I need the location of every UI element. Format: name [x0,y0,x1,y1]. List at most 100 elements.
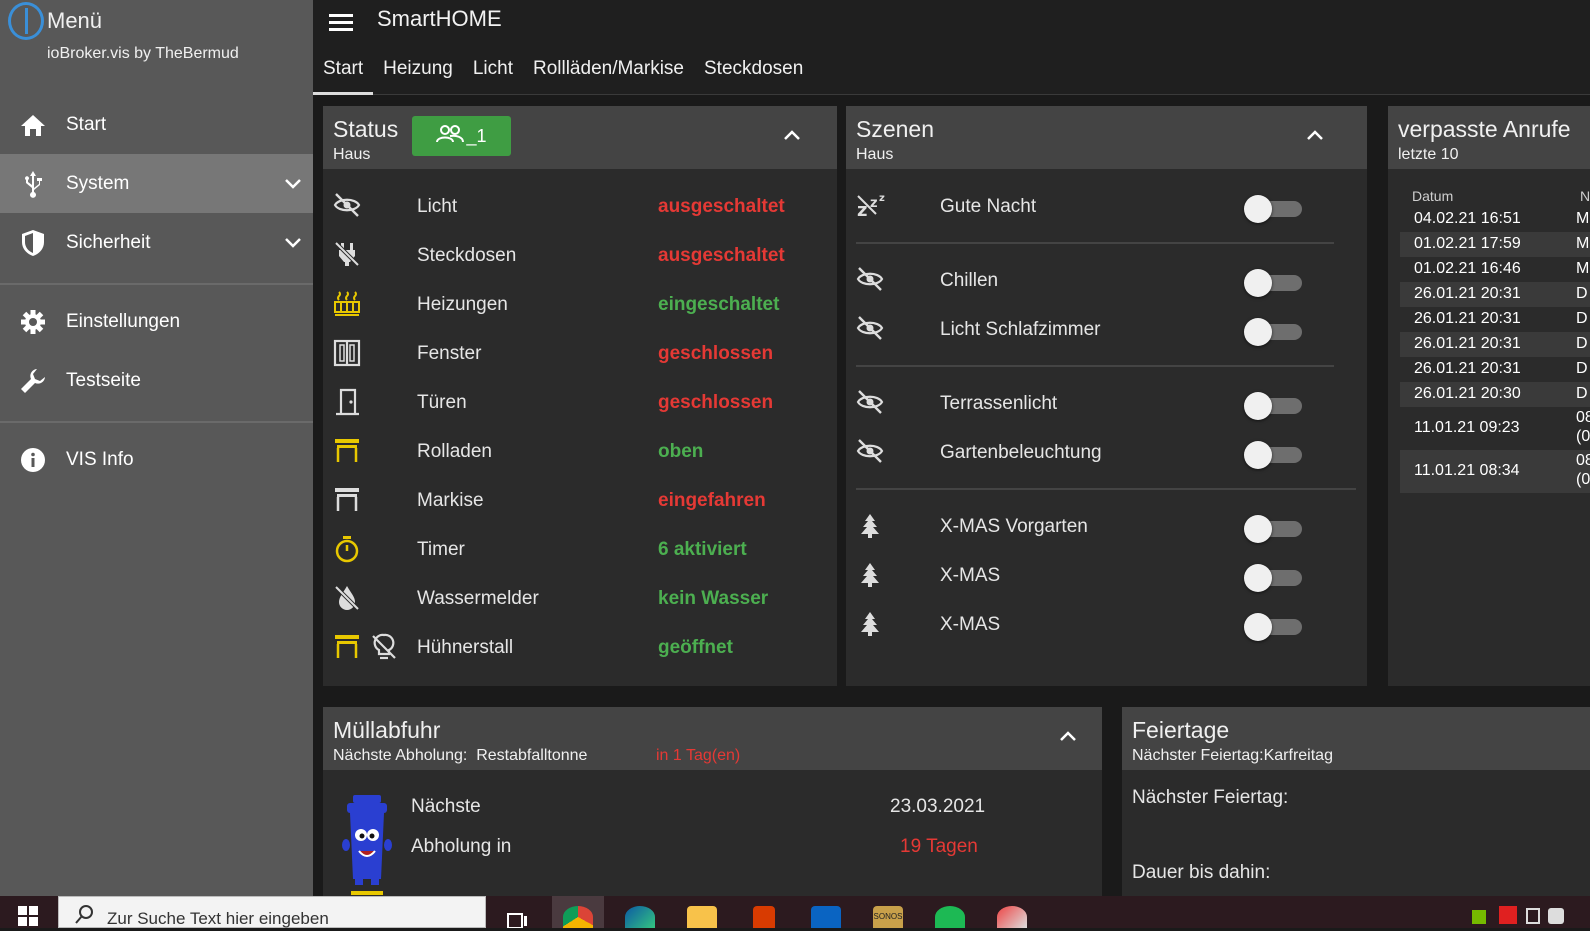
chevron-up-icon[interactable] [1059,729,1077,747]
battery-icon[interactable] [1526,908,1540,924]
divider [856,242,1334,244]
windows-start-icon[interactable] [18,906,38,926]
spotify-icon[interactable] [924,896,976,928]
tree-icon [856,512,884,545]
status-label: Markise [417,490,484,511]
status-value: ausgeschaltet [658,196,785,217]
divider [856,488,1356,490]
sidebar-item-start[interactable]: Start [0,95,313,154]
scene-row: X-MAS [846,551,1356,600]
sidebar-item-label: VIS Info [66,448,134,470]
sidebar-item-system[interactable]: System [0,154,313,213]
timer-icon [333,535,361,568]
status-row-rolladen: Rolladen oben [323,427,826,476]
nvidia-tray-icon[interactable] [1472,910,1486,924]
shutter-icon [333,437,361,468]
app-header: SmartHOME Start Heizung Licht Rollläden/… [313,0,1590,95]
card-header: verpasste Anrufe letzte 10 [1388,106,1590,169]
divider [856,365,1334,367]
office-icon[interactable] [738,896,790,928]
sidebar-item-label: Sicherheit [66,231,151,253]
scene-row: X-MAS Vorgarten [846,502,1356,551]
scene-toggle[interactable] [1244,269,1302,297]
status-value: geschlossen [658,392,774,413]
status-row-markise: Markise eingefahren [323,476,826,525]
edge-icon[interactable] [614,896,666,928]
coop-door-icon [333,633,361,664]
sidebar: Menü ioBroker.vis by TheBermud Start Sys… [0,0,313,896]
tab-licht[interactable]: Licht [463,55,523,95]
status-label: Rolladen [417,441,492,462]
chevron-down-icon[interactable] [273,237,313,248]
light-off-icon [856,315,884,346]
scene-row: Licht Schlafzimmer [846,305,1356,354]
call-name: M [1576,260,1590,277]
scene-toggle[interactable] [1244,441,1302,469]
light-off-icon [856,438,884,469]
tab-heizung[interactable]: Heizung [373,55,463,95]
status-value: geöffnet [658,637,733,658]
call-name: M [1576,235,1590,252]
explorer-icon[interactable] [676,896,728,928]
scene-toggle[interactable] [1244,318,1302,346]
sidebar-item-vis-info[interactable]: VIS Info [0,430,313,489]
call-name: D [1576,360,1588,377]
call-name: (0 [1576,428,1590,445]
call-date: 01.02.21 16:46 [1414,260,1521,277]
scene-row: Chillen [846,256,1356,305]
menu-icon[interactable] [329,12,355,37]
home-icon [0,113,66,137]
status-value: oben [658,441,704,462]
scene-toggle[interactable] [1244,195,1302,223]
svg-text:z: z [879,193,885,204]
tab-rollladen-markise[interactable]: Rollläden/Markise [523,55,694,95]
chrome-icon[interactable] [552,896,604,928]
sidebar-item-einstellungen[interactable]: Einstellungen [0,292,313,351]
scene-label: Licht Schlafzimmer [940,319,1101,340]
chevron-up-icon[interactable] [1306,128,1324,146]
sidebar-item-label: System [66,172,130,194]
outlook-icon[interactable] [800,896,852,928]
app-icon[interactable] [986,896,1038,928]
sidebar-item-sicherheit[interactable]: Sicherheit [0,213,313,272]
call-name: D [1576,335,1588,352]
table-row: 11.01.21 09:23 08 (0 [1400,407,1590,450]
wrench-icon [0,367,66,395]
chevron-down-icon[interactable] [273,178,313,189]
scene-toggle[interactable] [1244,515,1302,543]
table-row: 11.01.21 08:34 08 (0 [1400,450,1590,493]
scene-toggle[interactable] [1244,392,1302,420]
sidebar-divider [0,283,313,285]
waste-due: in 1 Tag(en) [656,747,741,764]
status-value: eingeschaltet [658,294,780,315]
shield-icon [0,229,66,257]
tray-app-icon[interactable] [1548,908,1564,924]
sidebar-item-testseite[interactable]: Testseite [0,351,313,410]
status-value: kein Wasser [658,588,769,609]
status-row-fenster: Fenster geschlossen [323,329,826,378]
call-date: 26.01.21 20:31 [1414,310,1521,327]
door-icon [333,388,361,421]
scene-toggle[interactable] [1244,613,1302,641]
scene-toggle[interactable] [1244,564,1302,592]
occupancy-badge[interactable]: _1 [412,116,511,156]
table-row: 01.02.21 16:46 M [1400,257,1590,282]
tray-app-icon[interactable] [1499,906,1517,924]
tab-start[interactable]: Start [313,55,374,95]
task-view-icon[interactable] [492,896,544,928]
call-date: 26.01.21 20:31 [1414,360,1521,377]
scene-label: Gute Nacht [940,196,1037,217]
call-date: 01.02.21 17:59 [1414,235,1521,252]
scene-label: Chillen [940,270,999,291]
holidays-card: Feiertage Nächster Feiertag:Karfreitag N… [1122,707,1590,896]
page-title: SmartHOME [377,6,502,31]
call-date: 26.01.21 20:30 [1414,385,1521,402]
duration-label: Dauer bis dahin: [1132,862,1271,883]
sonos-icon[interactable]: SONOS [862,896,914,928]
chevron-up-icon[interactable] [783,128,801,146]
status-value: ausgeschaltet [658,245,785,266]
tab-steckdosen[interactable]: Steckdosen [694,55,813,95]
info-icon [0,447,66,473]
taskbar-search-input[interactable]: Zur Suche Text hier eingeben [58,896,486,928]
status-row-huehnerstall: Hühnerstall geöffnet [323,623,826,672]
